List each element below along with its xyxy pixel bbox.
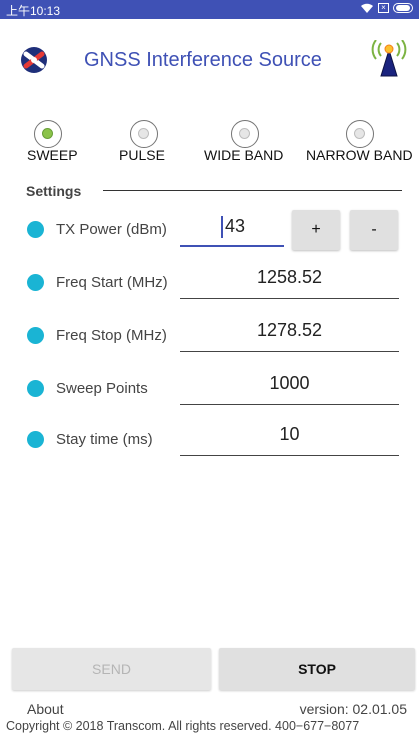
bullet-icon bbox=[27, 327, 44, 344]
bullet-icon bbox=[27, 221, 44, 238]
copyright-text: Copyright © 2018 Transcom. All rights re… bbox=[6, 719, 360, 733]
increment-button[interactable]: + bbox=[292, 210, 340, 250]
freq-stop-label: Freq Stop (MHz) bbox=[56, 327, 167, 344]
decrement-button[interactable]: - bbox=[350, 210, 398, 250]
radio-dot-selected bbox=[42, 128, 53, 139]
tx-power-label: TX Power (dBm) bbox=[56, 221, 167, 238]
freq-stop-row: Freq Stop (MHz) 1278.52 bbox=[0, 314, 419, 354]
stay-time-input[interactable]: 10 bbox=[180, 424, 399, 452]
bullet-icon bbox=[27, 380, 44, 397]
sweep-points-underline bbox=[180, 404, 399, 405]
tx-power-value: 43 bbox=[225, 216, 246, 236]
bullet-icon bbox=[27, 274, 44, 291]
radio-wide-band[interactable] bbox=[231, 120, 259, 148]
tx-power-input[interactable]: 43 bbox=[180, 214, 284, 244]
tx-power-underline bbox=[180, 245, 284, 247]
antenna-signal-icon bbox=[371, 40, 407, 77]
text-caret bbox=[221, 216, 223, 238]
tx-power-row: TX Power (dBm) 43 + - bbox=[0, 208, 419, 250]
stop-button[interactable]: STOP bbox=[219, 648, 415, 690]
stay-time-underline bbox=[180, 455, 399, 456]
page-title: GNSS Interference Source bbox=[84, 49, 322, 71]
radio-pulse[interactable] bbox=[130, 120, 158, 148]
mode-label-narrow-band[interactable]: NARROW BAND bbox=[306, 147, 413, 163]
freq-stop-input[interactable]: 1278.52 bbox=[180, 320, 399, 348]
radio-dot bbox=[138, 128, 149, 139]
freq-start-underline bbox=[180, 298, 399, 299]
version-text: version: 02.01.05 bbox=[299, 701, 407, 717]
transcom-logo-icon bbox=[21, 47, 47, 73]
radio-narrow-band[interactable] bbox=[346, 120, 374, 148]
mode-label-sweep[interactable]: SWEEP bbox=[27, 147, 78, 163]
mode-label-pulse[interactable]: PULSE bbox=[119, 147, 165, 163]
freq-start-row: Freq Start (MHz) 1258.52 bbox=[0, 261, 419, 301]
freq-start-input[interactable]: 1258.52 bbox=[180, 267, 399, 295]
settings-heading: Settings bbox=[26, 183, 82, 199]
settings-divider bbox=[103, 190, 402, 191]
status-icons: × bbox=[360, 2, 413, 14]
bullet-icon bbox=[27, 431, 44, 448]
sweep-points-label: Sweep Points bbox=[56, 380, 148, 397]
freq-start-label: Freq Start (MHz) bbox=[56, 274, 168, 291]
status-bar: 上午10:13 × bbox=[0, 0, 419, 19]
battery-icon bbox=[393, 3, 413, 13]
radio-dot bbox=[354, 128, 365, 139]
stay-time-label: Stay time (ms) bbox=[56, 431, 153, 448]
radio-sweep[interactable] bbox=[34, 120, 62, 148]
stay-time-row: Stay time (ms) 10 bbox=[0, 418, 419, 458]
status-time: 上午10:13 bbox=[6, 4, 61, 18]
wifi-icon bbox=[361, 3, 373, 13]
about-link[interactable]: About bbox=[27, 701, 64, 717]
sweep-points-input[interactable]: 1000 bbox=[180, 373, 399, 401]
freq-stop-underline bbox=[180, 351, 399, 352]
mode-label-wide-band[interactable]: WIDE BAND bbox=[204, 147, 283, 163]
sim-icon: × bbox=[378, 3, 389, 13]
app-header: GNSS Interference Source bbox=[0, 40, 419, 80]
mode-selector: SWEEP PULSE WIDE BAND NARROW BAND bbox=[0, 120, 419, 164]
radio-dot bbox=[239, 128, 250, 139]
send-button[interactable]: SEND bbox=[12, 648, 211, 690]
sweep-points-row: Sweep Points 1000 bbox=[0, 367, 419, 407]
